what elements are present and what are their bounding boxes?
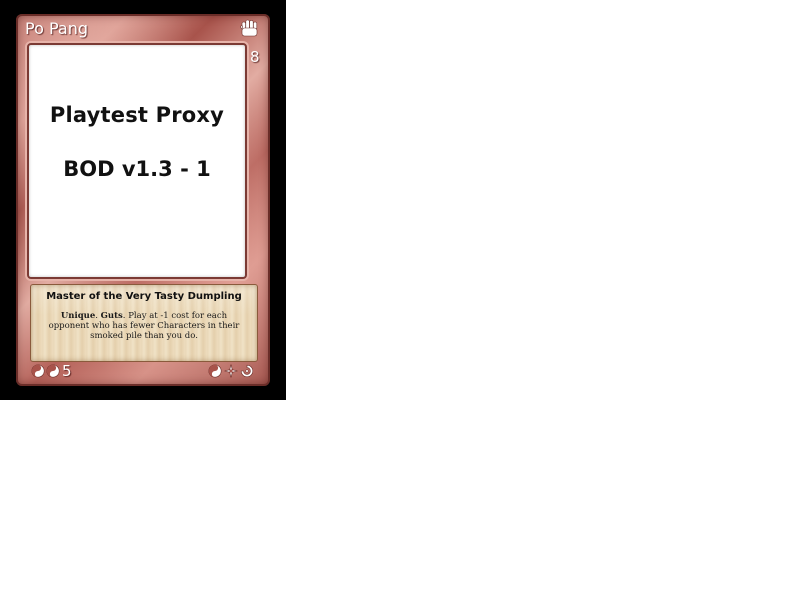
fist-icon [240, 19, 258, 37]
text-box: Master of the Very Tasty Dumpling Unique… [30, 284, 258, 362]
fighting-value: 8 [250, 48, 260, 66]
keyword-guts: Guts [100, 311, 123, 321]
art-box: Playtest Proxy BOD v1.3 - 1 [27, 43, 247, 279]
card-border: Po Pang 8 Playtest Proxy BOD v1.3 - 1 Ma… [0, 0, 286, 400]
playing-card[interactable]: Po Pang 8 Playtest Proxy BOD v1.3 - 1 Ma… [16, 14, 270, 386]
tech-swirl-icon [240, 364, 254, 378]
cost-value: 5 [62, 362, 72, 380]
keyword-unique: Unique [60, 311, 96, 321]
proxy-title: Playtest Proxy [49, 103, 225, 127]
rules-text: Unique. Guts. Play at -1 cost for each o… [41, 311, 247, 341]
proxy-version: BOD v1.3 - 1 [63, 157, 211, 181]
magic-star-icon [224, 364, 238, 378]
chi-icon [208, 364, 222, 378]
chi-icon [31, 364, 45, 378]
chi-icon [46, 364, 60, 378]
resource-area [208, 362, 254, 380]
cost-area: 5 [31, 362, 72, 380]
card-name: Po Pang [25, 19, 88, 38]
card-subtitle: Master of the Very Tasty Dumpling [46, 291, 242, 302]
